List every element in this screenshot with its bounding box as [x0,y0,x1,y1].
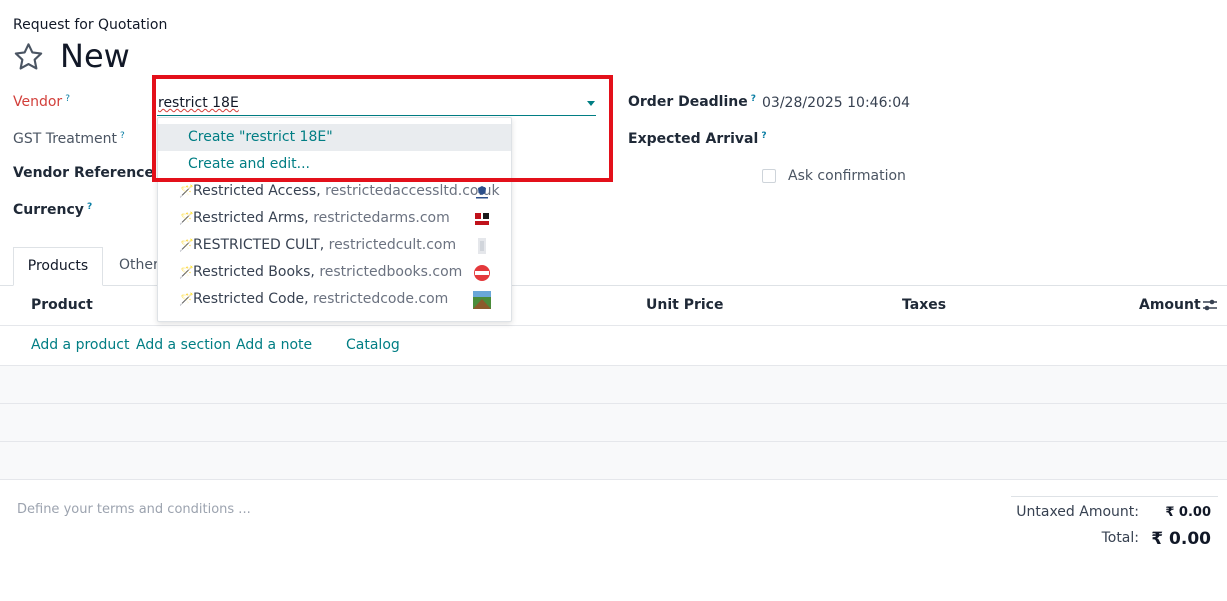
row-divider [0,479,1227,480]
vendor-label: Vendor? [13,94,70,110]
breadcrumb[interactable]: Request for Quotation [13,17,167,33]
help-icon[interactable]: ? [761,131,766,141]
magic-wand-icon: 🪄 [179,211,194,225]
vendor-logo-icon [478,238,486,254]
tab-products[interactable]: Products [13,247,103,286]
vendor-option[interactable]: 🪄RESTRICTED CULT, restrictedcult.com [158,232,511,259]
totals-divider [1011,496,1218,497]
expected-arrival-label: Expected Arrival? [628,131,767,147]
vendor-logo-icon [474,211,490,227]
row-divider [0,365,1227,366]
row-divider [0,403,1227,404]
add-section-link[interactable]: Add a section [136,337,231,353]
tab-other[interactable]: Other [119,257,159,273]
page-title: New [60,37,130,75]
order-deadline-value[interactable]: 03/28/2025 10:46:04 [762,95,910,111]
help-icon[interactable]: ? [751,94,756,104]
highlight-box [152,75,613,182]
untaxed-amount-label: Untaxed Amount: [1016,504,1139,520]
column-settings-icon[interactable] [1202,298,1218,312]
untaxed-amount-value: ₹ 0.00 [1165,505,1211,520]
total-label: Total: [1101,530,1139,546]
row-divider [0,441,1227,442]
vendor-option[interactable]: 🪄Restricted Books, restrictedbooks.com [158,259,511,286]
catalog-link[interactable]: Catalog [346,337,400,353]
total-value: ₹ 0.00 [1151,529,1211,549]
magic-wand-icon: 🪄 [179,184,194,198]
column-header-product[interactable]: Product [31,297,93,313]
magic-wand-icon: 🪄 [179,265,194,279]
vendor-logo-icon [473,291,491,309]
column-header-taxes[interactable]: Taxes [902,297,946,313]
vendor-logo-icon [476,186,488,199]
column-header-amount[interactable]: Amount [1139,297,1201,313]
vendor-reference-label: Vendor Reference? [13,165,162,181]
currency-label: Currency? [13,202,93,218]
header-divider [0,325,1227,326]
ask-confirmation-checkbox[interactable] [762,169,776,183]
gst-treatment-label: GST Treatment? [13,131,125,147]
help-icon[interactable]: ? [120,131,125,141]
ask-confirmation-label: Ask confirmation [788,168,906,184]
help-icon[interactable]: ? [87,202,92,212]
column-header-unit-price[interactable]: Unit Price [646,297,723,313]
magic-wand-icon: 🪄 [179,292,194,306]
terms-input[interactable]: Define your terms and conditions ... [17,502,251,517]
order-deadline-label: Order Deadline? [628,94,756,110]
add-note-link[interactable]: Add a note [236,337,312,353]
magic-wand-icon: 🪄 [179,238,194,252]
empty-rows [0,366,1227,479]
vendor-option[interactable]: 🪄Restricted Arms, restrictedarms.com [158,205,511,232]
vendor-option[interactable]: 🪄Restricted Code, restrictedcode.com [158,286,511,313]
help-icon[interactable]: ? [65,94,70,104]
star-icon[interactable] [12,41,45,73]
vendor-logo-icon [474,265,490,281]
add-product-link[interactable]: Add a product [31,337,129,353]
vendor-option[interactable]: 🪄Restricted Access, restrictedaccessltd.… [158,178,511,205]
